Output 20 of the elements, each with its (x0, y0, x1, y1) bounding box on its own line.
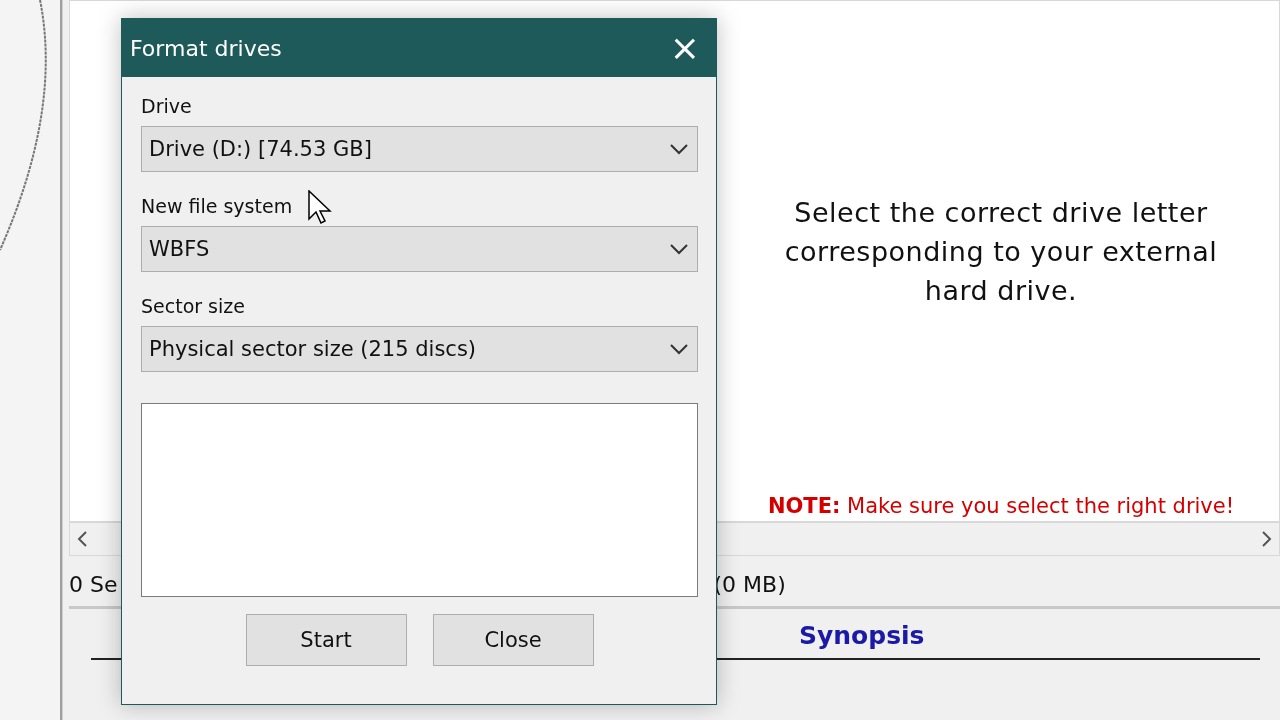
dialog-button[interactable]: Start (245, 614, 407, 666)
field-label: Drive (141, 95, 192, 117)
mouse-cursor-icon (308, 190, 332, 226)
dropdown[interactable]: Drive (D:) [74.53 GB] (141, 126, 698, 172)
chevron-down-icon (669, 343, 689, 355)
section-header: Synopsis (799, 621, 925, 650)
chevron-down-icon (669, 243, 689, 255)
status-text: 0 Se (69, 571, 118, 597)
note-text: NOTE: Make sure you select the right drive! (767, 494, 1235, 518)
scroll-left-icon[interactable] (76, 530, 88, 548)
dialog-button[interactable]: Close (432, 614, 594, 666)
dialog-title: Format drives (130, 35, 282, 61)
field-label: New file system (141, 195, 293, 217)
close-button[interactable]: × (661, 30, 708, 66)
dropdown[interactable]: Physical sector size (215 discs) (141, 326, 698, 372)
chevron-down-icon (669, 143, 689, 155)
scroll-right-icon[interactable] (1261, 530, 1273, 548)
field-label: Sector size (141, 295, 245, 317)
instruction-text: Select the correct drive letter corresponding to your external hard drive. (783, 196, 1219, 308)
dropdown[interactable]: WBFS (141, 226, 698, 272)
